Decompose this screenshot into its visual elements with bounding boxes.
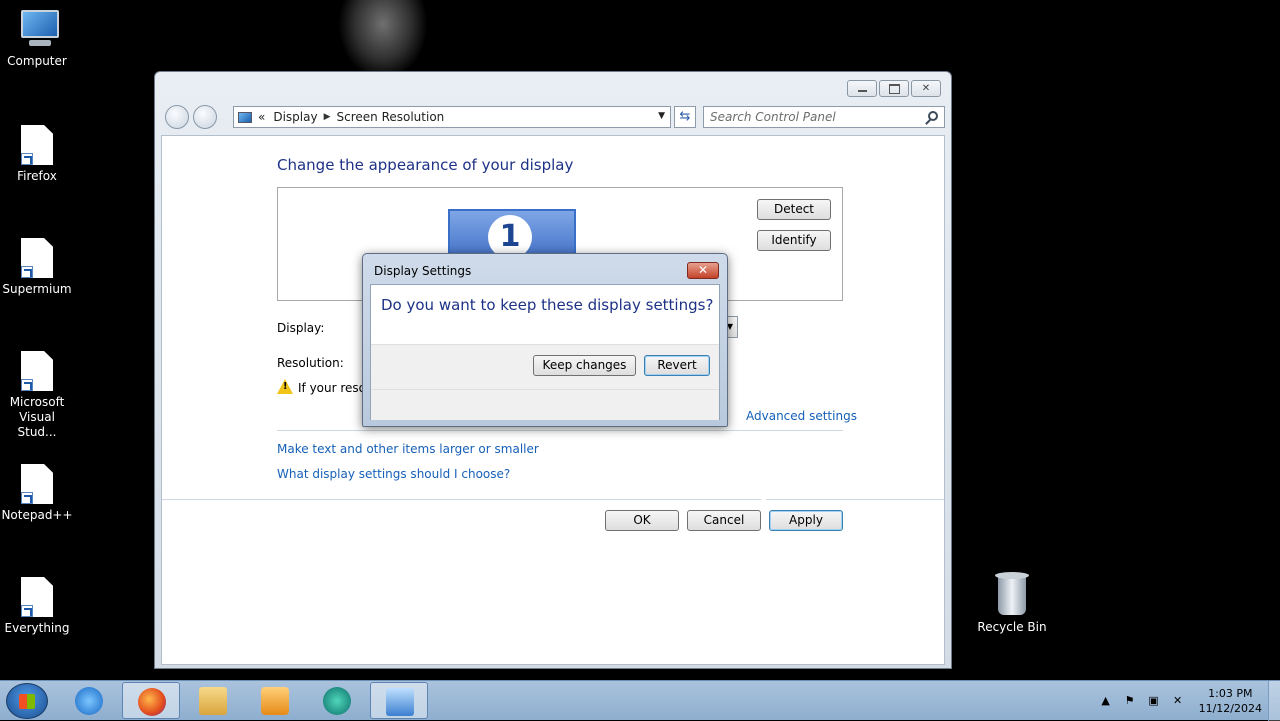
taskbar-firefox[interactable] (122, 682, 180, 719)
minimize-button[interactable] (847, 80, 877, 97)
breadcrumb-screen-resolution[interactable]: Screen Resolution (337, 110, 445, 124)
divider (277, 430, 843, 431)
shortcut-file-icon (21, 464, 53, 504)
dialog-question: Do you want to keep these display settin… (381, 296, 714, 314)
resolution-label: Resolution: (277, 356, 344, 370)
desktop-icon-notepadpp[interactable]: Notepad++ (0, 464, 74, 523)
dialog-title: Display Settings (374, 264, 472, 278)
volume-muted-icon[interactable]: ✕ (1171, 694, 1185, 708)
desktop-icon-everything[interactable]: Everything (0, 577, 74, 636)
taskbar-control-panel[interactable] (370, 682, 428, 719)
ok-button[interactable]: OK (605, 510, 679, 531)
dialog-close-button[interactable]: ✕ (687, 262, 719, 279)
desktop-icon-supermium[interactable]: Supermium (0, 238, 74, 297)
refresh-button[interactable]: ⇆ (674, 106, 696, 128)
clock[interactable]: 1:03 PM 11/12/2024 (1199, 686, 1262, 716)
system-tray: ▲ ⚑ ▣ ✕ 1:03 PM 11/12/2024 (1099, 681, 1262, 721)
search-icon[interactable] (928, 111, 938, 121)
breadcrumb-separator-icon[interactable]: ▶ (324, 112, 331, 122)
computer-icon (15, 10, 59, 50)
desktop-icon-label: Microsoft Visual Stud... (9, 395, 65, 439)
cancel-button[interactable]: Cancel (687, 510, 761, 531)
desktop-icon-recycle-bin[interactable]: Recycle Bin (975, 572, 1049, 635)
browser-icon (323, 687, 351, 715)
footer-divider (162, 499, 944, 500)
desktop-icon-label: Everything (4, 621, 70, 635)
shortcut-file-icon (21, 238, 53, 278)
clock-date: 11/12/2024 (1198, 702, 1262, 715)
start-button[interactable] (6, 683, 48, 719)
recycle-bin-icon (995, 572, 1029, 616)
display-settings-dialog: Display Settings ✕ Do you want to keep t… (362, 253, 728, 427)
desktop-icon-label: Notepad++ (1, 508, 73, 522)
keep-changes-button[interactable]: Keep changes (533, 355, 636, 376)
show-desktop-button[interactable] (1268, 681, 1280, 721)
text-size-link[interactable]: Make text and other items larger or smal… (277, 442, 539, 456)
desktop-icon-computer[interactable]: Computer (0, 10, 74, 69)
desktop-icon-visual-studio[interactable]: Microsoft Visual Stud... (0, 351, 74, 440)
shortcut-file-icon (21, 577, 53, 617)
search-input[interactable] (704, 107, 914, 127)
back-button[interactable] (165, 105, 189, 129)
taskbar: ▲ ⚑ ▣ ✕ 1:03 PM 11/12/2024 (0, 680, 1280, 721)
taskbar-file-explorer[interactable] (184, 682, 242, 719)
address-overflow-chevron[interactable]: « (258, 110, 265, 124)
dialog-footer-divider (371, 389, 719, 390)
identify-button[interactable]: Identify (757, 230, 831, 251)
display-label: Display: (277, 321, 325, 335)
desktop-icon-label: Computer (7, 54, 67, 68)
close-button[interactable]: ✕ (911, 80, 941, 97)
display-settings-help-link[interactable]: What display settings should I choose? (277, 467, 510, 481)
media-player-icon (261, 687, 289, 715)
wallpaper-smoke (338, 0, 428, 80)
shortcut-file-icon (21, 351, 53, 391)
close-icon: ✕ (697, 263, 709, 277)
file-explorer-icon (199, 687, 227, 715)
internet-explorer-icon (75, 687, 103, 715)
shortcut-file-icon (21, 125, 53, 165)
dialog-footer: Keep changes Revert (371, 344, 719, 420)
revert-button[interactable]: Revert (644, 355, 710, 376)
detect-button[interactable]: Detect (757, 199, 831, 220)
search-box (703, 106, 945, 128)
window-caption-buttons: ✕ (847, 80, 941, 97)
taskbar-internet-explorer[interactable] (60, 682, 118, 719)
firefox-icon (138, 688, 166, 716)
warning-icon (277, 379, 293, 394)
close-icon: ✕ (921, 83, 931, 94)
address-bar[interactable]: « Display ▶ Screen Resolution ▼ (233, 106, 671, 128)
apply-button[interactable]: Apply (769, 510, 843, 531)
navigation-bar: « Display ▶ Screen Resolution ▼ ⇆ (163, 104, 945, 130)
desktop-icon-firefox[interactable]: Firefox (0, 125, 74, 184)
forward-button[interactable] (193, 105, 217, 129)
breadcrumb-display[interactable]: Display (273, 110, 317, 124)
advanced-settings-link[interactable]: Advanced settings (746, 409, 857, 423)
desktop-icon-label: Recycle Bin (977, 620, 1047, 634)
taskbar-media-player[interactable] (246, 682, 304, 719)
desktop-icon-label: Firefox (17, 169, 57, 183)
action-center-icon[interactable]: ⚑ (1123, 694, 1137, 708)
desktop-icon-label: Supermium (2, 282, 72, 296)
clock-time: 1:03 PM (1208, 687, 1253, 700)
page-title: Change the appearance of your display (277, 156, 574, 174)
taskbar-browser[interactable] (308, 682, 366, 719)
network-icon[interactable]: ▣ (1147, 694, 1161, 708)
show-hidden-icons-icon[interactable]: ▲ (1099, 694, 1113, 708)
control-panel-icon (386, 688, 414, 716)
mouse-cursor-icon (761, 495, 768, 511)
dialog-body: Do you want to keep these display settin… (370, 284, 720, 420)
address-dropdown-icon[interactable]: ▼ (658, 111, 665, 121)
refresh-icon: ⇆ (679, 109, 691, 124)
maximize-button[interactable] (879, 80, 909, 97)
control-panel-icon (238, 111, 252, 123)
